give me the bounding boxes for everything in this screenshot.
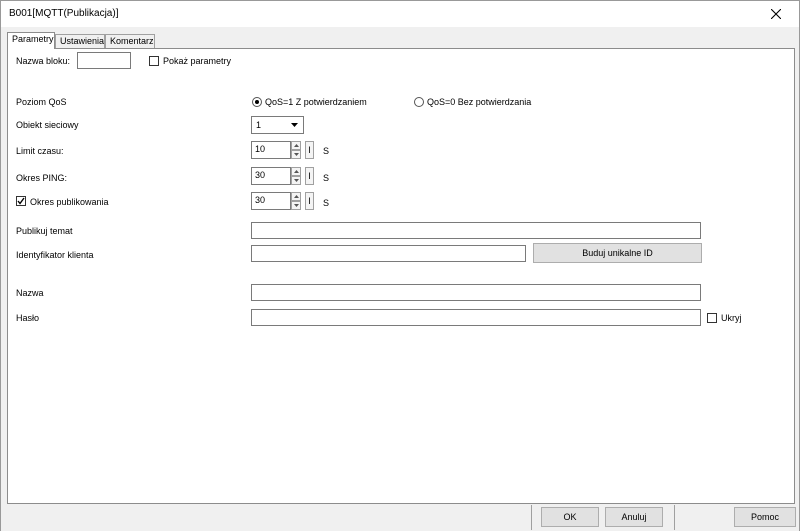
publish-period-input[interactable]: 30: [251, 192, 291, 210]
network-object-value: 1: [256, 120, 262, 130]
client-id-input[interactable]: [251, 245, 526, 262]
hide-password-label: Ukryj: [721, 313, 742, 323]
arrow-up-icon: [294, 195, 299, 198]
cancel-button[interactable]: Anuluj: [605, 507, 663, 527]
qos0-radio[interactable]: [414, 97, 424, 107]
show-params-checkbox[interactable]: [149, 56, 159, 66]
arrow-up-icon: [294, 144, 299, 147]
build-unique-id-button[interactable]: Buduj unikalne ID: [533, 243, 702, 263]
password-input[interactable]: [251, 309, 701, 326]
chevron-down-icon: [291, 123, 298, 127]
publish-period-extra-button[interactable]: I: [305, 192, 314, 210]
ping-input[interactable]: 30: [251, 167, 291, 185]
topic-label: Publikuj temat: [16, 226, 73, 236]
hide-password-checkbox[interactable]: [707, 313, 717, 323]
ping-label: Okres PING:: [16, 173, 68, 183]
divider: [674, 505, 675, 530]
dialog-window: B001[MQTT(Publikacja)] Parametry Ustawie…: [0, 0, 800, 531]
publish-period-unit: S: [323, 198, 330, 208]
tab-label: Komentarz: [110, 36, 154, 46]
timeout-unit: S: [323, 146, 330, 156]
qos0-label: QoS=0 Bez potwierdzania: [427, 97, 532, 107]
timeout-input[interactable]: 10: [251, 141, 291, 159]
password-label: Hasło: [16, 313, 40, 323]
parameters-panel: Nazwa bloku: Pokaż parametry Poziom QoS …: [7, 48, 795, 504]
title-bar: B001[MQTT(Publikacja)]: [1, 1, 799, 27]
block-name-label: Nazwa bloku:: [16, 56, 71, 66]
qos1-radio[interactable]: [252, 97, 262, 107]
show-params-label: Pokaż parametry: [163, 56, 232, 66]
timeout-extra-button[interactable]: I: [305, 141, 314, 159]
block-name-input[interactable]: [77, 52, 131, 69]
topic-input[interactable]: [251, 222, 701, 239]
divider: [531, 505, 532, 530]
help-button[interactable]: Pomoc: [734, 507, 796, 527]
network-object-combo[interactable]: 1: [251, 116, 304, 134]
publish-period-label: Okres publikowania: [30, 197, 109, 207]
spin-down-button[interactable]: [291, 201, 301, 210]
spin-down-button[interactable]: [291, 176, 301, 185]
spin-down-button[interactable]: [291, 150, 301, 159]
spin-up-button[interactable]: [291, 192, 301, 201]
arrow-down-icon: [294, 204, 299, 207]
tab-komentarz[interactable]: Komentarz: [105, 34, 155, 48]
username-label: Nazwa: [16, 288, 44, 298]
spin-up-button[interactable]: [291, 141, 301, 150]
close-icon: [771, 9, 781, 19]
publish-period-checkbox[interactable]: [16, 196, 26, 206]
close-button[interactable]: [753, 1, 799, 27]
dropdown-button[interactable]: [288, 118, 302, 132]
ping-spinner[interactable]: [291, 167, 301, 185]
ping-extra-button[interactable]: I: [305, 167, 314, 185]
tab-label: Parametry: [12, 34, 54, 44]
tab-label: Ustawienia: [60, 36, 105, 46]
window-title: B001[MQTT(Publikacja)]: [9, 8, 119, 19]
publish-period-spinner[interactable]: [291, 192, 301, 210]
ok-button[interactable]: OK: [541, 507, 599, 527]
tab-ustawienia[interactable]: Ustawienia: [55, 34, 105, 48]
spin-up-button[interactable]: [291, 167, 301, 176]
arrow-down-icon: [294, 153, 299, 156]
ping-unit: S: [323, 173, 330, 183]
qos1-label: QoS=1 Z potwierdzaniem: [265, 97, 367, 107]
timeout-label: Limit czasu:: [16, 146, 64, 156]
tab-parametry[interactable]: Parametry: [7, 32, 55, 49]
checkmark-icon: [17, 197, 25, 205]
button-bar: [1, 504, 799, 531]
qos-label: Poziom QoS: [16, 97, 67, 107]
username-input[interactable]: [251, 284, 701, 301]
network-object-label: Obiekt sieciowy: [16, 120, 79, 130]
client-id-label: Identyfikator klienta: [16, 250, 94, 260]
arrow-up-icon: [294, 170, 299, 173]
arrow-down-icon: [294, 179, 299, 182]
timeout-spinner[interactable]: [291, 141, 301, 159]
